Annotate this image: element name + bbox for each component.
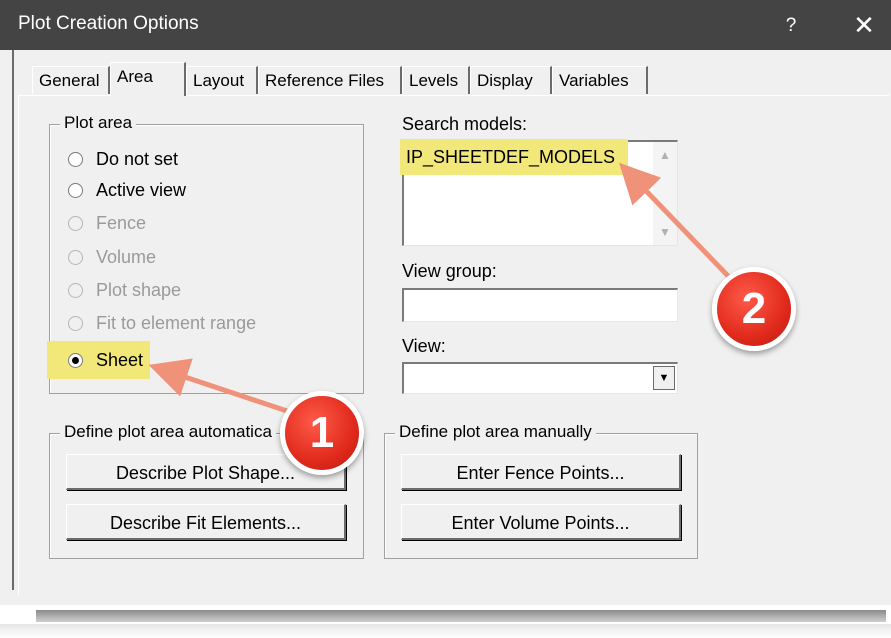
- view-label: View:: [402, 336, 446, 356]
- enter-fence-points-button[interactable]: Enter Fence Points...: [401, 454, 681, 490]
- tab-general[interactable]: General: [32, 66, 110, 94]
- search-models-value: IP_SHEETDEF_MODELS: [406, 147, 616, 167]
- radio-circle-icon: [68, 151, 83, 167]
- radio-label: Volume: [96, 246, 157, 267]
- window-edge: [12, 50, 14, 590]
- radio-label: Sheet: [96, 349, 144, 370]
- blur-fade: [0, 624, 891, 638]
- view-group-input[interactable]: [402, 288, 678, 322]
- radio-do-not-set[interactable]: Do not set: [68, 147, 178, 171]
- radio-circle-icon: [68, 249, 83, 265]
- tab-levels[interactable]: Levels: [402, 66, 470, 94]
- radio-label: Fence: [96, 212, 147, 233]
- scroll-up-icon[interactable]: ▲: [659, 148, 671, 162]
- radio-label: Fit to element range: [96, 312, 257, 333]
- tab-display[interactable]: Display: [470, 66, 552, 94]
- tab-layout[interactable]: Layout: [186, 66, 258, 94]
- close-button[interactable]: ✕: [846, 9, 882, 41]
- radio-selected-icon: [68, 352, 83, 368]
- radio-plot-shape[interactable]: Plot shape: [68, 278, 181, 302]
- dialog-title: Plot Creation Options: [18, 13, 199, 34]
- scroll-down-icon[interactable]: ▼: [659, 225, 671, 239]
- enter-volume-points-button[interactable]: Enter Volume Points...: [401, 504, 681, 540]
- callout-badge-2: 2: [712, 267, 796, 351]
- search-models-field[interactable]: IP_SHEETDEF_MODELS ▲ ▼: [400, 139, 678, 246]
- radio-label: Active view: [96, 179, 187, 200]
- tab-area[interactable]: Area: [110, 62, 186, 96]
- callout-badge-1: 1: [280, 391, 364, 475]
- help-button[interactable]: ?: [776, 11, 806, 41]
- radio-fence[interactable]: Fence: [68, 211, 146, 235]
- radio-label: Do not set: [96, 148, 179, 169]
- search-models-scrollbar[interactable]: ▲ ▼: [653, 142, 677, 245]
- chevron-down-icon[interactable]: ▼: [653, 366, 675, 390]
- tab-reference-files[interactable]: Reference Files: [258, 66, 402, 94]
- radio-circle-icon: [68, 315, 83, 331]
- define-auto-legend: Define plot area automatica: [60, 422, 276, 442]
- radio-active-view[interactable]: Active view: [68, 178, 186, 202]
- radio-circle-icon: [68, 182, 83, 198]
- blurred-edge: [0, 606, 891, 638]
- define-manual-group: Define plot area manually Enter Fence Po…: [384, 422, 698, 559]
- radio-label: Plot shape: [96, 279, 182, 300]
- view-group-label: View group:: [402, 261, 497, 281]
- plot-area-group: Plot area Do not set Active view Fence V…: [47, 113, 364, 394]
- plot-area-legend: Plot area: [60, 113, 137, 133]
- define-manual-legend: Define plot area manually: [395, 422, 596, 442]
- radio-sheet[interactable]: Sheet: [68, 348, 143, 372]
- radio-circle-icon: [68, 282, 83, 298]
- search-models-label: Search models:: [402, 114, 528, 134]
- radio-volume[interactable]: Volume: [68, 245, 156, 269]
- describe-fit-elements-button[interactable]: Describe Fit Elements...: [66, 504, 346, 540]
- tab-variables[interactable]: Variables: [552, 66, 648, 94]
- radio-fit-to-element-range[interactable]: Fit to element range: [68, 311, 256, 335]
- blur-band: [36, 610, 886, 622]
- view-select[interactable]: ▼: [402, 362, 678, 394]
- radio-circle-icon: [68, 215, 83, 231]
- title-bar[interactable]: Plot Creation Options ? ✕: [0, 0, 891, 50]
